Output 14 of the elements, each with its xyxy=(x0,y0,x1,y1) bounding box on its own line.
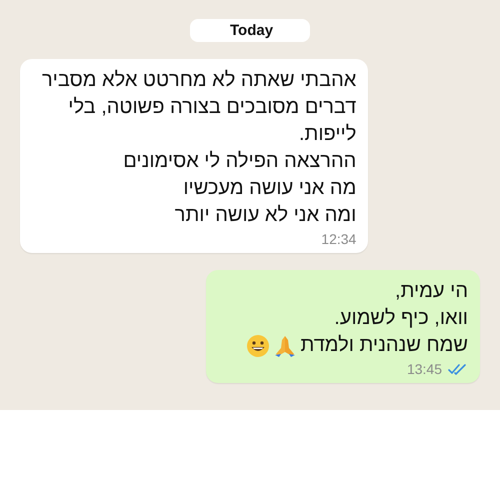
message-text: ההרצאה הפילה לי אסימונים xyxy=(123,149,356,174)
message-text: לייפות. xyxy=(298,122,356,147)
message-text: ומה אני לא עושה יותר xyxy=(174,203,356,228)
message-text: הי עמית, xyxy=(395,279,468,304)
message-time: 12:34 xyxy=(321,231,356,247)
message-time: 13:45 xyxy=(406,361,442,377)
smiley-icon xyxy=(246,334,270,358)
message-text: שמח שנהנית ולמדת xyxy=(300,333,468,358)
message-text: דברים מסובכים בצורה פשוטה, בלי xyxy=(68,95,356,120)
message-text: וואו, כיף לשמוע. xyxy=(334,306,468,331)
praying-hands-icon xyxy=(274,334,296,358)
message-text: מה אני עושה מעכשיו xyxy=(183,176,356,201)
message-text: אהבתי שאתה לא מחרטט אלא מסביר xyxy=(42,68,356,93)
date-chip: Today xyxy=(190,19,310,42)
